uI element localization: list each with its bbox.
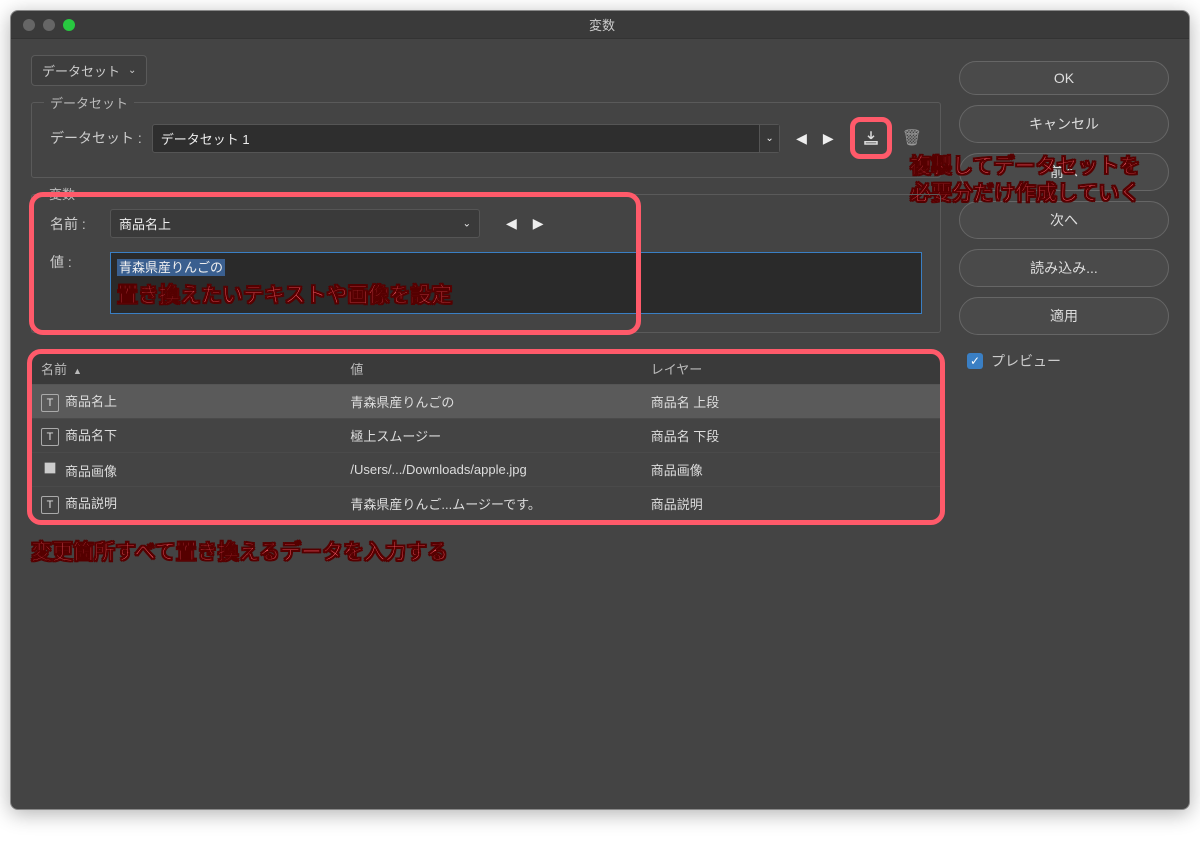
- text-type-icon: T: [41, 496, 59, 514]
- dataset-prev-icon[interactable]: ◀: [796, 130, 807, 147]
- annotation-inputall: 変更箇所すべて置き換えるデータを入力する: [31, 539, 941, 566]
- view-dropdown[interactable]: データセット ⌄: [31, 55, 147, 86]
- image-type-icon: [41, 459, 59, 477]
- variable-legend: 変数: [43, 184, 81, 203]
- dataset-value: データセット 1: [161, 132, 250, 147]
- chevron-down-icon: ⌄: [759, 125, 779, 152]
- view-dropdown-label: データセット: [42, 61, 120, 80]
- var-value-label: 値 :: [50, 252, 100, 272]
- var-prev-icon[interactable]: ◀: [506, 215, 517, 232]
- table-row[interactable]: T商品説明 青森県産りんご...ムージーです。 商品説明: [31, 487, 941, 521]
- delete-dataset-icon[interactable]: 🗑: [902, 128, 922, 148]
- text-type-icon: T: [41, 394, 59, 412]
- dataset-label: データセット :: [50, 128, 142, 148]
- titlebar: 変数: [11, 11, 1189, 39]
- dataset-select[interactable]: データセット 1 ⌄: [152, 124, 780, 153]
- col-value[interactable]: 値: [340, 353, 640, 385]
- var-next-icon[interactable]: ▶: [533, 215, 544, 232]
- window-title: 変数: [75, 15, 1129, 34]
- check-icon: ✓: [967, 353, 983, 369]
- sort-asc-icon: ▲: [73, 366, 82, 376]
- preview-label: プレビュー: [991, 351, 1061, 371]
- var-value-input[interactable]: 青森県産りんごの 置き換えたいテキストや画像を設定: [110, 252, 922, 314]
- variables-table-wrap: 名前▲ 値 レイヤー T商品名上 青森県産りんごの 商品名 上段 T商品名下: [31, 353, 941, 521]
- cancel-button[interactable]: キャンセル: [959, 105, 1169, 143]
- traffic-lights: [11, 19, 75, 31]
- dataset-legend: データセット: [44, 93, 134, 112]
- zoom-icon[interactable]: [63, 19, 75, 31]
- preview-checkbox[interactable]: ✓ プレビュー: [959, 351, 1169, 371]
- ok-button[interactable]: OK: [959, 61, 1169, 95]
- col-name[interactable]: 名前▲: [31, 353, 340, 385]
- dataset-fieldset: データセット データセット : データセット 1 ⌄ ◀ ▶: [31, 102, 941, 178]
- annotation-duplicate: 複製してデータセットを 必要分だけ作成していく: [910, 153, 1200, 208]
- table-row[interactable]: 商品画像 /Users/.../Downloads/apple.jpg 商品画像: [31, 453, 941, 487]
- table-row[interactable]: T商品名上 青森県産りんごの 商品名 上段: [31, 385, 941, 419]
- annotation-highlight-capture: [850, 117, 892, 159]
- capture-dataset-icon[interactable]: [858, 125, 884, 151]
- col-layer[interactable]: レイヤー: [641, 353, 941, 385]
- var-name-label: 名前 :: [50, 214, 100, 234]
- minimize-icon[interactable]: [43, 19, 55, 31]
- text-type-icon: T: [41, 428, 59, 446]
- dataset-next-icon[interactable]: ▶: [823, 130, 834, 147]
- chevron-down-icon: ⌄: [128, 65, 136, 76]
- close-icon[interactable]: [23, 19, 35, 31]
- var-name-select[interactable]: 商品名上 ⌄: [110, 209, 480, 238]
- chevron-down-icon: ⌄: [463, 218, 471, 229]
- variables-dialog: 変数 データセット ⌄ データセット データセット : データセット 1 ⌄: [10, 10, 1190, 810]
- variable-fieldset: 変数 名前 : 商品名上 ⌄ ◀ ▶ 値 :: [31, 194, 941, 333]
- table-row[interactable]: T商品名下 極上スムージー 商品名 下段: [31, 419, 941, 453]
- variables-table: 名前▲ 値 レイヤー T商品名上 青森県産りんごの 商品名 上段 T商品名下: [31, 353, 941, 521]
- annotation-replace: 置き換えたいテキストや画像を設定: [117, 282, 915, 309]
- load-button[interactable]: 読み込み...: [959, 249, 1169, 287]
- apply-button[interactable]: 適用: [959, 297, 1169, 335]
